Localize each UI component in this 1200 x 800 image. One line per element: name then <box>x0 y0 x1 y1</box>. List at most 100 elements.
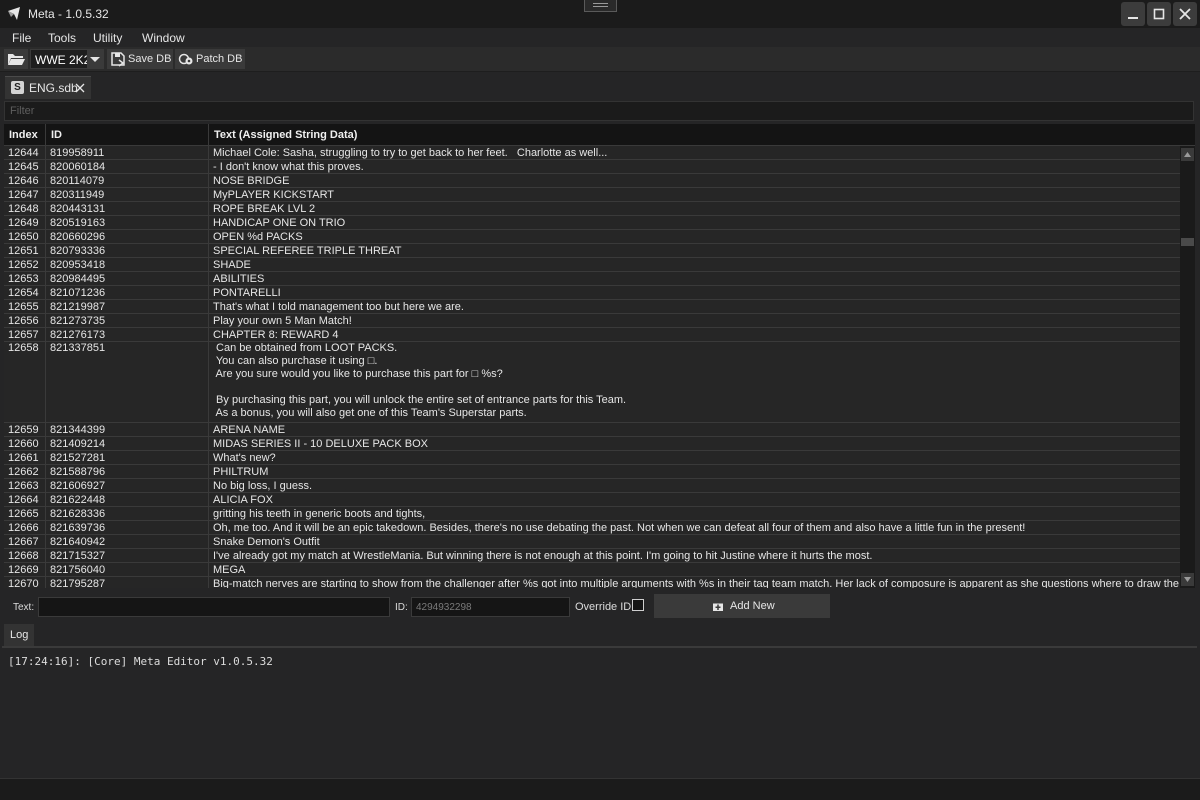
tab-log[interactable]: Log <box>4 624 34 646</box>
maximize-icon <box>1153 8 1165 20</box>
text-input[interactable] <box>38 597 390 617</box>
table-row[interactable]: 12653 820984495 ABILITIES <box>4 272 1180 286</box>
row-index: 12667 <box>4 535 46 548</box>
save-db-button[interactable]: Save DB <box>107 49 173 69</box>
table-row[interactable]: 12662 821588796 PHILTRUM <box>4 465 1180 479</box>
row-id: 821606927 <box>46 479 209 492</box>
minimize-button[interactable] <box>1121 2 1145 26</box>
row-index: 12660 <box>4 437 46 450</box>
row-index: 12651 <box>4 244 46 257</box>
close-window-button[interactable] <box>1173 2 1197 26</box>
table-row[interactable]: 12666 821639736 Oh, me too. And it will be… <box>4 521 1180 535</box>
maximize-button[interactable] <box>1147 2 1171 26</box>
table-row[interactable]: 12649 820519163 HANDICAP ONE ON TRIO <box>4 216 1180 230</box>
table-row[interactable]: 12665 821628336 gritting his teeth in gene… <box>4 507 1180 521</box>
row-index: 12648 <box>4 202 46 215</box>
text-label: Text: <box>13 602 35 613</box>
table-row[interactable]: 12667 821640942 Snake Demon's Outfit <box>4 535 1180 549</box>
id-field[interactable] <box>411 597 570 617</box>
title-bar: Meta - 1.0.5.32 <box>0 0 1200 28</box>
row-index: 12662 <box>4 465 46 478</box>
row-text: MyPLAYER KICKSTART <box>213 189 335 201</box>
row-index: 12661 <box>4 451 46 464</box>
menu-tools[interactable]: Tools <box>48 31 76 45</box>
log-tab-label: Log <box>10 629 29 641</box>
row-id: 820984495 <box>46 272 209 285</box>
open-folder-button[interactable] <box>4 49 28 69</box>
vertical-scrollbar[interactable] <box>1180 146 1195 588</box>
menu-utility[interactable]: Utility <box>93 31 122 45</box>
menu-window[interactable]: Window <box>142 31 185 45</box>
row-index: 12655 <box>4 300 46 313</box>
status-bar <box>0 778 1200 800</box>
row-id: 820519163 <box>46 216 209 229</box>
row-id: 821639736 <box>46 521 209 534</box>
table-row[interactable]: 12645 820060184 - I don't know what this p… <box>4 160 1180 174</box>
row-text: No big loss, I guess. <box>213 480 313 492</box>
filter-field[interactable] <box>4 101 1194 121</box>
folder-open-icon <box>8 54 25 65</box>
row-index: 12646 <box>4 174 46 187</box>
string-table: Index ID Text (Assigned String Data) 126… <box>4 124 1195 588</box>
sdb-file-icon: S <box>11 81 24 94</box>
row-id: 820311949 <box>46 188 209 201</box>
row-index: 12657 <box>4 328 46 341</box>
table-row[interactable]: 12668 821715327 I've already got my match … <box>4 549 1180 563</box>
table-row[interactable]: 12657 821276173 CHAPTER 8: REWARD 4 <box>4 328 1180 342</box>
table-row[interactable]: 12660 821409214 MIDAS SERIES II - 10 DELUX… <box>4 437 1180 451</box>
menu-file[interactable]: File <box>12 31 31 45</box>
table-row[interactable]: 12659 821344399 ARENA NAME <box>4 423 1180 437</box>
table-row[interactable]: 12654 821071236 PONTARELLI <box>4 286 1180 300</box>
table-row[interactable]: 12647 820311949 MyPLAYER KICKSTART <box>4 188 1180 202</box>
game-select[interactable]: WWE 2K23 <box>30 49 104 69</box>
tab-eng-sdb[interactable]: S ENG.sdb <box>5 76 91 99</box>
table-row[interactable]: 12648 820443131 ROPE BREAK LVL 2 <box>4 202 1180 216</box>
close-tab-icon[interactable] <box>74 81 86 95</box>
row-text: Play your own 5 Man Match! <box>213 315 352 327</box>
row-index: 12650 <box>4 230 46 243</box>
row-text: HANDICAP ONE ON TRIO <box>213 217 346 229</box>
filter-input[interactable] <box>5 102 1193 120</box>
override-id-checkbox[interactable] <box>632 599 644 611</box>
add-new-button[interactable]: Add New <box>654 594 830 618</box>
row-index: 12652 <box>4 258 46 271</box>
column-header-text[interactable]: Text (Assigned String Data) <box>209 124 1195 146</box>
row-index: 12659 <box>4 423 46 436</box>
row-id: 821276173 <box>46 328 209 341</box>
row-text: ARENA NAME <box>213 424 286 436</box>
scroll-up-button[interactable] <box>1181 148 1194 161</box>
drag-handle[interactable] <box>584 0 617 12</box>
table-row[interactable]: 12670 821795287 Big-match nerves are start… <box>4 577 1180 588</box>
table-row[interactable]: 12656 821273735 Play your own 5 Man Match! <box>4 314 1180 328</box>
table-row[interactable]: 12652 820953418 SHADE <box>4 258 1180 272</box>
id-label: ID: <box>395 602 408 613</box>
row-id: 821219987 <box>46 300 209 313</box>
row-id: 820060184 <box>46 160 209 173</box>
table-row[interactable]: 12644 819958911 Michael Cole: Sasha, strug… <box>4 146 1180 160</box>
table-row[interactable]: 12655 821219987 That's what I told managem… <box>4 300 1180 314</box>
column-header-id[interactable]: ID <box>46 124 209 146</box>
id-input[interactable] <box>412 598 569 616</box>
table-row[interactable]: 12651 820793336 SPECIAL REFEREE TRIPLE THR… <box>4 244 1180 258</box>
scroll-down-button[interactable] <box>1181 573 1194 586</box>
save-db-label: Save DB <box>128 53 172 65</box>
row-index: 12663 <box>4 479 46 492</box>
table-row[interactable]: 12664 821622448 ALICIA FOX <box>4 493 1180 507</box>
row-id: 821622448 <box>46 493 209 506</box>
patch-icon <box>178 53 193 65</box>
row-id: 821628336 <box>46 507 209 520</box>
row-index: 12668 <box>4 549 46 562</box>
table-row[interactable]: 12663 821606927 No big loss, I guess. <box>4 479 1180 493</box>
tab-label: ENG.sdb <box>29 81 78 95</box>
row-index: 12670 <box>4 577 46 588</box>
table-row[interactable]: 12650 820660296 OPEN %d PACKS <box>4 230 1180 244</box>
column-header-index[interactable]: Index <box>4 124 46 146</box>
dropdown-arrow[interactable] <box>87 50 103 68</box>
table-row[interactable]: 12661 821527281 What's new? <box>4 451 1180 465</box>
patch-db-button[interactable]: Patch DB <box>175 49 245 69</box>
scrollbar-thumb[interactable] <box>1181 238 1194 246</box>
table-row[interactable]: 12669 821756040 MEGA <box>4 563 1180 577</box>
table-row[interactable]: 12658 821337851 Can be obtained from LOOT… <box>4 342 1180 423</box>
table-row[interactable]: 12646 820114079 NOSE BRIDGE <box>4 174 1180 188</box>
row-text: OPEN %d PACKS <box>213 231 303 243</box>
